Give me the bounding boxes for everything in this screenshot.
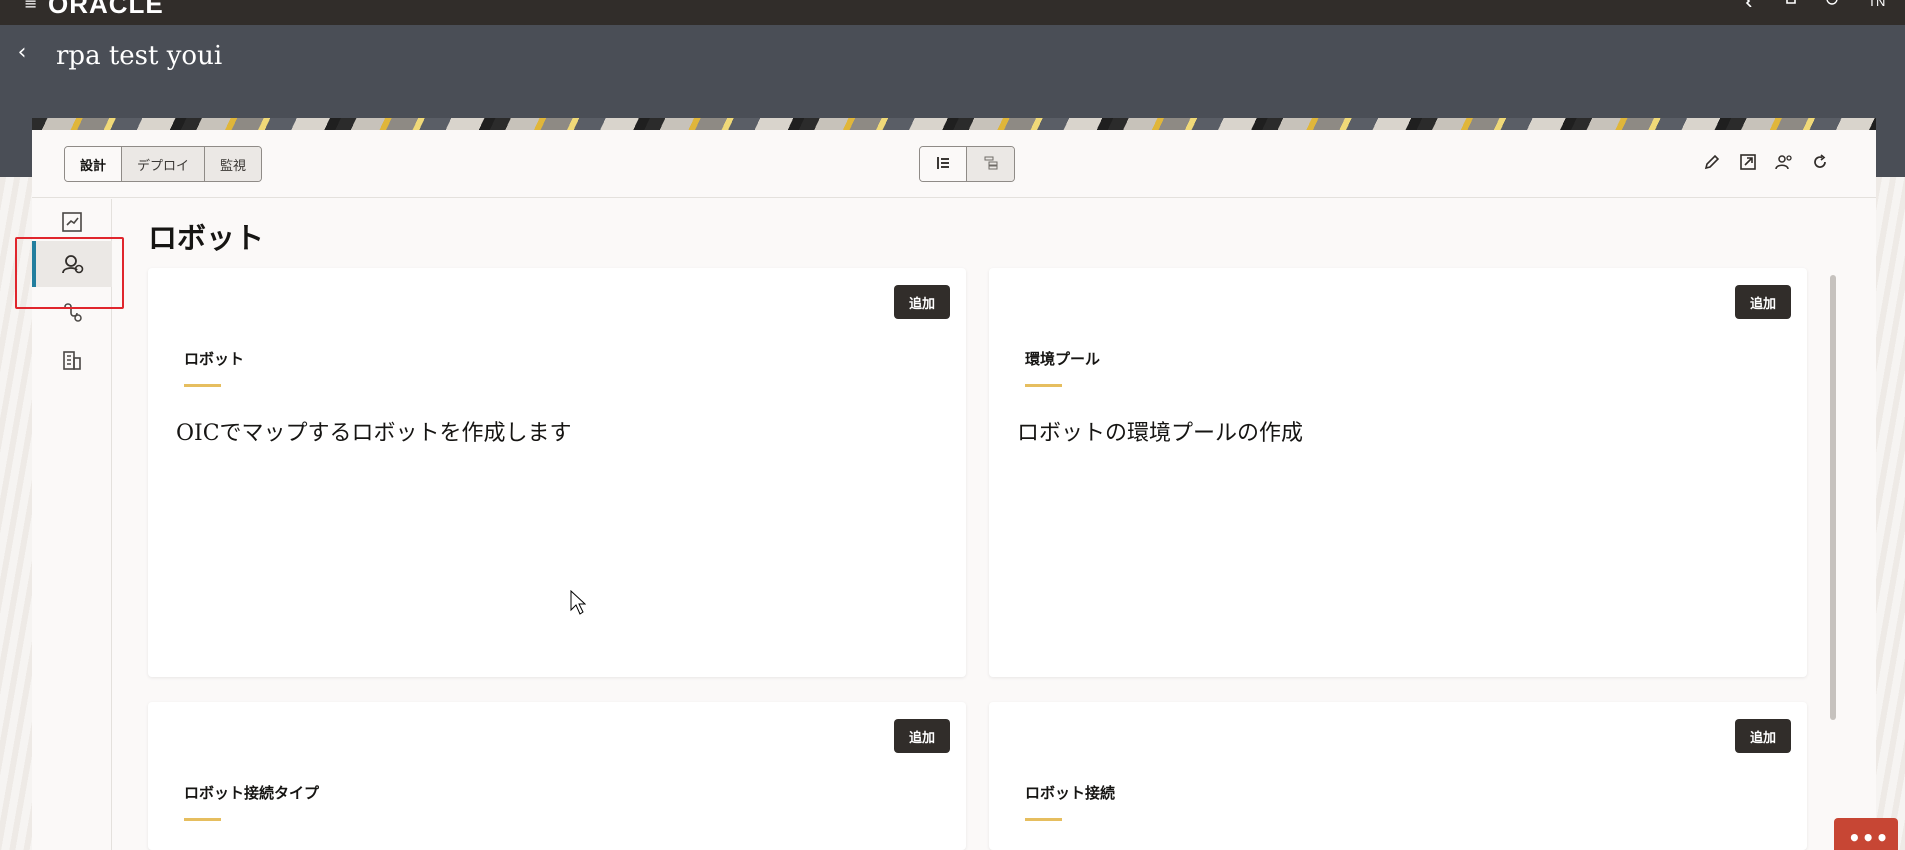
oracle-logo[interactable]: ORACLE <box>48 0 164 20</box>
page-title: ロボット <box>148 221 265 255</box>
building-icon <box>63 351 81 370</box>
left-icon-rail <box>32 199 112 850</box>
add-robot-connection-type-button[interactable]: 追加 <box>893 719 950 753</box>
card-robot-connection-types: 追加 ロボット接続タイプ <box>148 702 966 850</box>
people-icon[interactable] <box>1774 152 1794 172</box>
rail-item-environments[interactable] <box>32 337 112 383</box>
mode-segmented-control: 設計 デプロイ 監視 <box>64 146 263 182</box>
export-icon[interactable] <box>1738 152 1758 172</box>
card-robots: 追加 ロボット OICでマップするロボットを作成します <box>148 268 966 677</box>
card-description: OICでマップするロボットを作成します <box>176 421 572 446</box>
rail-item-connections[interactable] <box>32 289 112 335</box>
tree-view-icon <box>984 156 997 169</box>
add-robot-connection-button[interactable]: 追加 <box>1734 719 1791 753</box>
card-title: ロボット接続タイプ <box>184 784 320 802</box>
user-avatar[interactable]: TN <box>1868 0 1885 9</box>
toolbar-actions <box>1702 152 1830 172</box>
rail-item-robots[interactable] <box>32 241 112 287</box>
tab-design[interactable]: 設計 <box>65 147 123 181</box>
chat-button[interactable]: ••• <box>1834 818 1898 850</box>
rail-item-integrations[interactable] <box>32 199 112 245</box>
card-accent-line <box>184 384 221 387</box>
card-accent-line <box>1025 384 1062 387</box>
tab-monitor[interactable]: 監視 <box>205 147 262 181</box>
card-environment-pools: 追加 環境プール ロボットの環境プールの作成 <box>989 268 1807 677</box>
oracle-top-bar: ≡ ORACLE TN <box>0 0 1905 25</box>
toolbar: 設計 デプロイ 監視 <box>32 130 1876 198</box>
bell-icon[interactable] <box>1785 0 1801 8</box>
phone-icon[interactable] <box>1743 0 1759 8</box>
list-view-icon <box>937 156 949 169</box>
content-scrollbar[interactable] <box>1830 275 1836 720</box>
decorative-banner <box>32 118 1876 130</box>
pencil-icon[interactable] <box>1702 152 1722 172</box>
card-accent-line <box>1025 818 1062 821</box>
refresh-icon[interactable] <box>1810 152 1830 172</box>
integration-icon <box>62 212 82 232</box>
chat-dots-icon: ••• <box>1848 826 1890 850</box>
decorative-background <box>1876 177 1905 850</box>
card-accent-line <box>184 818 221 821</box>
card-robot-connections: 追加 ロボット接続 <box>989 702 1807 850</box>
card-title: ロボット <box>184 350 245 368</box>
list-view-button[interactable] <box>920 147 967 181</box>
card-title: 環境プール <box>1025 350 1101 368</box>
tree-view-button[interactable] <box>967 147 1014 181</box>
hamburger-menu-icon[interactable]: ≡ <box>24 0 37 13</box>
card-description: ロボットの環境プールの作成 <box>1017 421 1304 446</box>
robot-icon <box>62 255 84 274</box>
help-icon[interactable] <box>1826 0 1842 8</box>
mouse-cursor-icon <box>570 590 586 615</box>
decorative-background <box>0 177 32 850</box>
back-chevron-icon[interactable]: ‹ <box>12 41 32 65</box>
card-title: ロボット接続 <box>1025 784 1116 802</box>
connection-icon <box>64 303 82 322</box>
add-robot-button[interactable]: 追加 <box>893 285 950 319</box>
integration-title: rpa test youi <box>56 41 223 71</box>
view-toggle <box>919 146 1015 182</box>
tab-deploy[interactable]: デプロイ <box>122 147 206 181</box>
add-environment-pool-button[interactable]: 追加 <box>1734 285 1791 319</box>
